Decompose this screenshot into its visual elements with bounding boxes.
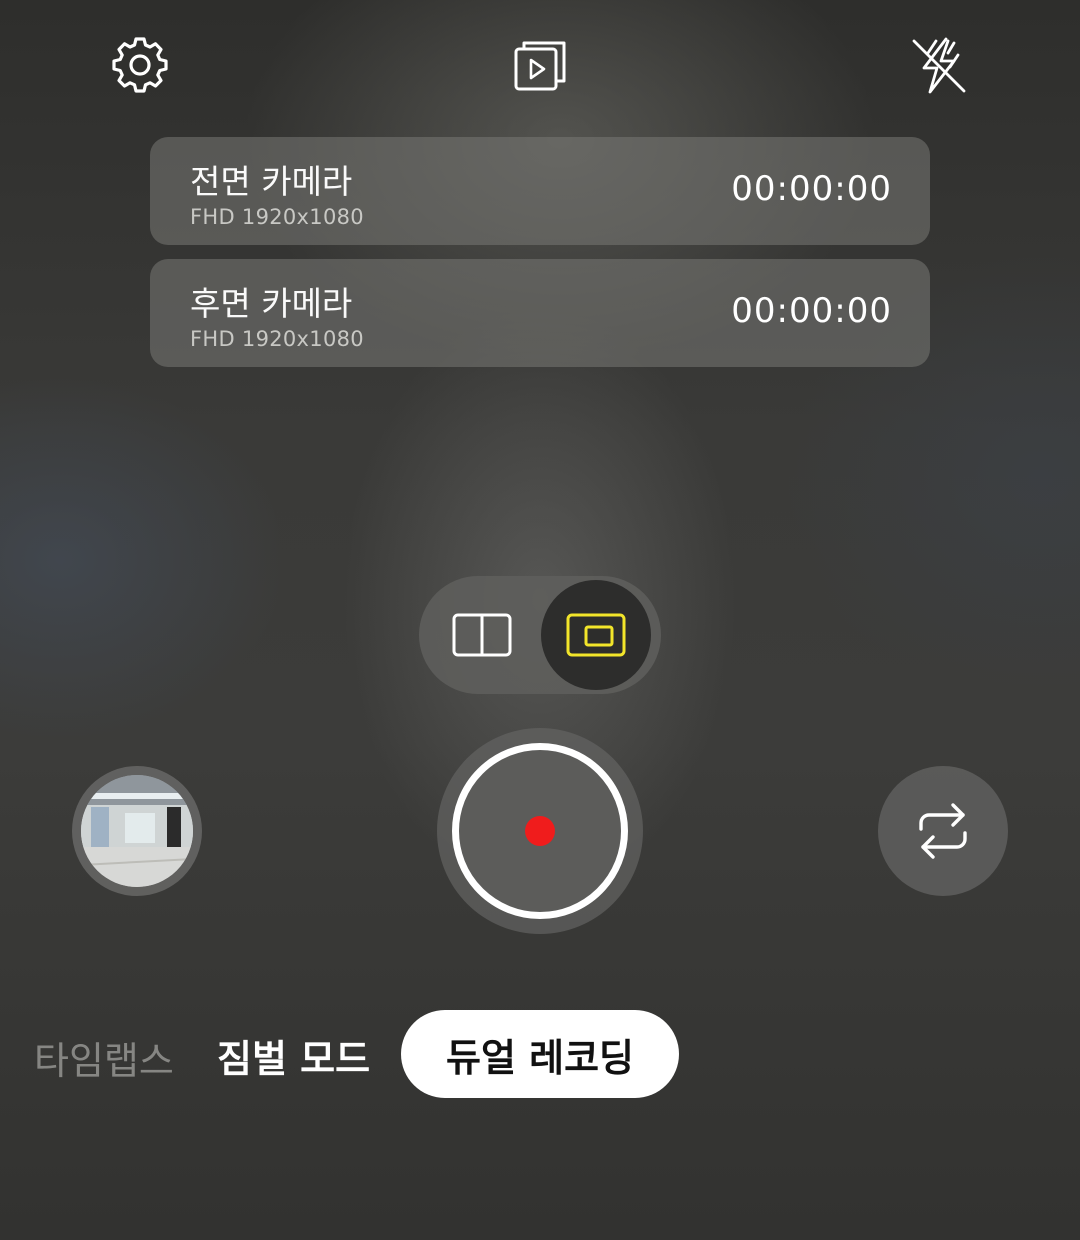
mode-gimbal[interactable]: 짐벌 모드: [217, 1028, 370, 1083]
front-camera-resolution: FHD 1920x1080: [190, 205, 364, 229]
gallery-button[interactable]: [508, 33, 572, 97]
front-camera-timer: 00:00:00: [731, 169, 892, 209]
flash-off-icon: [912, 37, 966, 94]
switch-camera-button[interactable]: [878, 766, 1008, 896]
switch-camera-icon: [919, 803, 967, 859]
layout-toggle: [419, 576, 661, 694]
gear-icon: [112, 37, 168, 93]
record-dot: [525, 816, 555, 846]
rear-camera-title: 후면 카메라: [190, 284, 353, 323]
settings-button[interactable]: [108, 33, 172, 97]
last-capture-thumbnail[interactable]: [72, 766, 202, 896]
picture-in-picture-icon: [566, 613, 626, 657]
rear-camera-card: 후면 카메라 FHD 1920x1080 00:00:00: [150, 259, 930, 367]
record-ring: [452, 743, 628, 919]
split-view-icon: [452, 613, 512, 657]
front-camera-card: 전면 카메라 FHD 1920x1080 00:00:00: [150, 137, 930, 245]
subway-station-image: [81, 775, 193, 887]
mode-dual-recording-label: 듀얼 레코딩: [445, 1035, 635, 1080]
mode-timelapse[interactable]: 타임랩스: [34, 1030, 174, 1085]
rear-camera-timer: 00:00:00: [731, 291, 892, 331]
record-button[interactable]: [437, 728, 643, 934]
front-camera-title: 전면 카메라: [190, 162, 353, 201]
mode-dual-recording[interactable]: 듀얼 레코딩: [401, 1010, 679, 1098]
pip-view-button[interactable]: [541, 580, 651, 690]
split-view-button[interactable]: [427, 580, 537, 690]
rear-camera-resolution: FHD 1920x1080: [190, 327, 364, 351]
thumbnail-image: [81, 775, 193, 887]
gallery-play-icon: [514, 41, 566, 91]
flash-button[interactable]: [906, 33, 970, 97]
